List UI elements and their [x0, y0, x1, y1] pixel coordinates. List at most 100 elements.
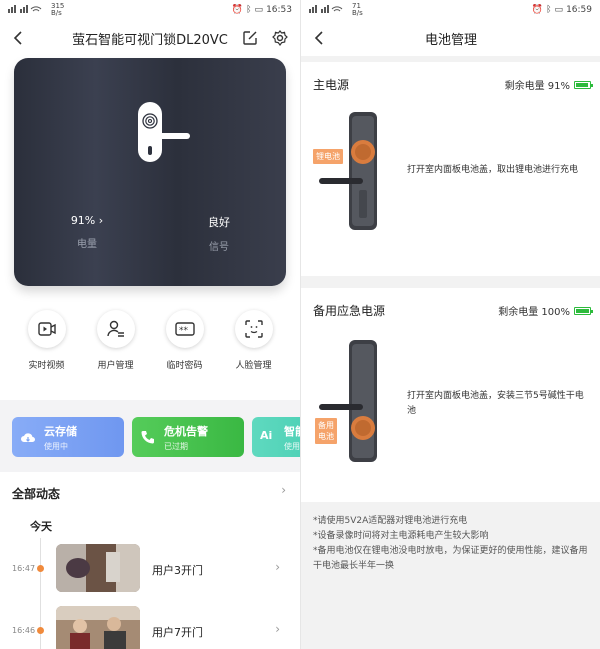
ai-icon: Ai: [260, 429, 273, 442]
alarm-service-card[interactable]: 危机告警 已过期: [132, 417, 244, 457]
signal-icon: [309, 4, 349, 16]
live-video-button[interactable]: 实时视频: [17, 310, 77, 371]
phone-alarm-icon: [141, 431, 154, 444]
video-icon: [37, 322, 56, 336]
lock-status-card[interactable]: 91% › 电量 良好 信号: [14, 58, 286, 286]
network-speed: 71 B/s: [352, 2, 363, 17]
battery-value: 91%: [70, 214, 96, 227]
backup-power-section: 备用应急电源 剩余电量 100% 备用 电池 打开室内面板电池盖，安装三节5号碱…: [301, 288, 600, 502]
chevron-left-icon: [314, 31, 323, 45]
smart-service-card[interactable]: Ai 智能使用: [252, 417, 300, 457]
service-title: 危机告警: [164, 424, 208, 438]
gear-icon: [272, 30, 288, 47]
lock-detail-screen: 315 B/s ⏰ ᛒ ▭ 16:53 萤石智能可视门锁DL20VC 91% ›…: [0, 0, 300, 649]
bluetooth-icon: ᛒ: [546, 5, 552, 15]
battery-management-screen: 71 B/s ⏰ ᛒ ▭ 16:59 电池管理 主电源 剩余电量 91% 锂电池…: [300, 0, 600, 649]
battery-stat[interactable]: 91% › 电量: [52, 214, 122, 250]
battery-status-icon: ▭: [254, 5, 264, 15]
service-status: 使用中: [44, 441, 68, 451]
cloud-storage-card[interactable]: 云存储 使用中: [12, 417, 124, 457]
alarm-icon: ⏰: [231, 5, 244, 15]
remaining-text: 剩余电量 100%: [498, 307, 570, 318]
section-title: 主电源: [313, 78, 350, 92]
battery-instruction: 打开室内面板电池盖，安装三节5号碱性干电池: [407, 391, 584, 416]
battery-status-icon: ▭: [554, 5, 564, 15]
alarm-icon: ⏰: [531, 5, 544, 15]
signal-icon: [8, 4, 48, 16]
note-line: *请使用5V2A适配器对锂电池进行充电: [313, 516, 468, 526]
edit-button[interactable]: [242, 30, 258, 50]
battery-level-icon: [574, 306, 593, 315]
temp-password-icon: **: [174, 322, 195, 336]
note-line: *设备录像时间将对主电源耗电产生较大影响: [313, 531, 489, 541]
event-snapshot: [56, 544, 140, 592]
battery-level-icon: [574, 80, 593, 89]
event-item[interactable]: 16:47 用户3开门 ›: [0, 544, 300, 594]
event-snapshot: [56, 606, 140, 649]
cloud-icon: [21, 433, 35, 442]
day-label: 今天: [30, 520, 52, 533]
service-title: 智能: [284, 424, 300, 438]
battery-notes: *请使用5V2A适配器对锂电池进行充电 *设备录像时间将对主电源耗电产生较大影响…: [313, 514, 593, 574]
network-speed: 315 B/s: [51, 2, 65, 17]
page-title: 电池管理: [424, 32, 477, 48]
timeline-dot: [37, 565, 44, 572]
svg-text:**: **: [179, 326, 189, 336]
remaining-text: 剩余电量 91%: [504, 81, 570, 92]
user-management-button[interactable]: 用户管理: [86, 310, 146, 371]
back-button[interactable]: [311, 28, 327, 48]
bluetooth-icon: ᛒ: [246, 5, 252, 15]
activity-feed: 全部动态 › 今天 16:47 用户3开门 › 16:46 用户7开门 ›: [0, 472, 300, 649]
chevron-left-icon: [13, 31, 22, 45]
face-management-button[interactable]: 人脸管理: [224, 310, 284, 371]
back-button[interactable]: [10, 28, 26, 48]
clock-time: 16:59: [566, 5, 592, 15]
chevron-right-icon: ›: [275, 622, 280, 636]
event-time: 16:47: [12, 564, 36, 573]
signal-value: 良好: [208, 216, 230, 229]
section-title: 备用应急电源: [313, 304, 386, 318]
service-status: 已过期: [164, 441, 188, 451]
event-time: 16:46: [12, 626, 36, 635]
timeline-dot: [37, 627, 44, 634]
page-title: 萤石智能可视门锁DL20VC: [72, 32, 228, 48]
status-bar: 315 B/s ⏰ ᛒ ▭ 16:53: [0, 0, 300, 20]
service-title: 云存储: [44, 424, 77, 438]
service-status: 使用: [284, 441, 300, 451]
user-manage-icon: [106, 320, 124, 337]
door-lock-icon: [138, 102, 190, 166]
top-navigation: 电池管理: [301, 20, 600, 56]
status-bar: 71 B/s ⏰ ᛒ ▭ 16:59: [301, 0, 600, 20]
lithium-battery-tag: 锂电池: [313, 149, 343, 164]
signal-stat: 良好 信号: [184, 214, 254, 253]
note-line: *备用电池仅在锂电池没电时放电，为保证更好的使用性能，建议备用干电池最长半年一换: [313, 546, 588, 571]
face-manage-icon: [244, 320, 263, 338]
settings-button[interactable]: [272, 30, 288, 50]
header-area: 71 B/s ⏰ ᛒ ▭ 16:59 电池管理: [301, 0, 600, 56]
section-title: 全部动态: [12, 487, 61, 501]
door-lock-diagram: [319, 340, 389, 468]
action-label: 人脸管理: [235, 361, 272, 371]
action-label: 用户管理: [97, 361, 134, 371]
signal-label: 信号: [209, 242, 229, 253]
edit-icon: [243, 31, 257, 45]
service-cards: 云存储使用中 危机告警已过期 Ai 智能使用: [12, 417, 300, 457]
main-power-section: 主电源 剩余电量 91% 锂电池 打开室内面板电池盖，取出锂电池进行充电: [301, 62, 600, 276]
remaining-battery: 剩余电量 100%: [498, 303, 593, 318]
remaining-battery: 剩余电量 91%: [504, 77, 593, 92]
temp-password-button[interactable]: ** 临时密码: [155, 310, 215, 371]
view-all-arrow-icon[interactable]: ›: [281, 483, 286, 497]
event-item[interactable]: 16:46 用户7开门 ›: [0, 606, 300, 649]
door-lock-diagram: [319, 112, 389, 236]
chevron-right-icon: ›: [275, 560, 280, 574]
action-label: 实时视频: [28, 361, 65, 371]
action-label: 临时密码: [166, 361, 203, 371]
quick-actions: 实时视频 用户管理 ** 临时密码 人脸管理: [0, 310, 300, 371]
event-title: 用户7开门: [152, 626, 203, 639]
clock-time: 16:53: [266, 5, 292, 15]
backup-battery-tag: 备用 电池: [315, 418, 337, 444]
chevron-right-icon: ›: [95, 214, 104, 227]
battery-label: 电量: [77, 239, 97, 250]
top-navigation: 萤石智能可视门锁DL20VC: [0, 20, 300, 56]
event-title: 用户3开门: [152, 564, 203, 577]
